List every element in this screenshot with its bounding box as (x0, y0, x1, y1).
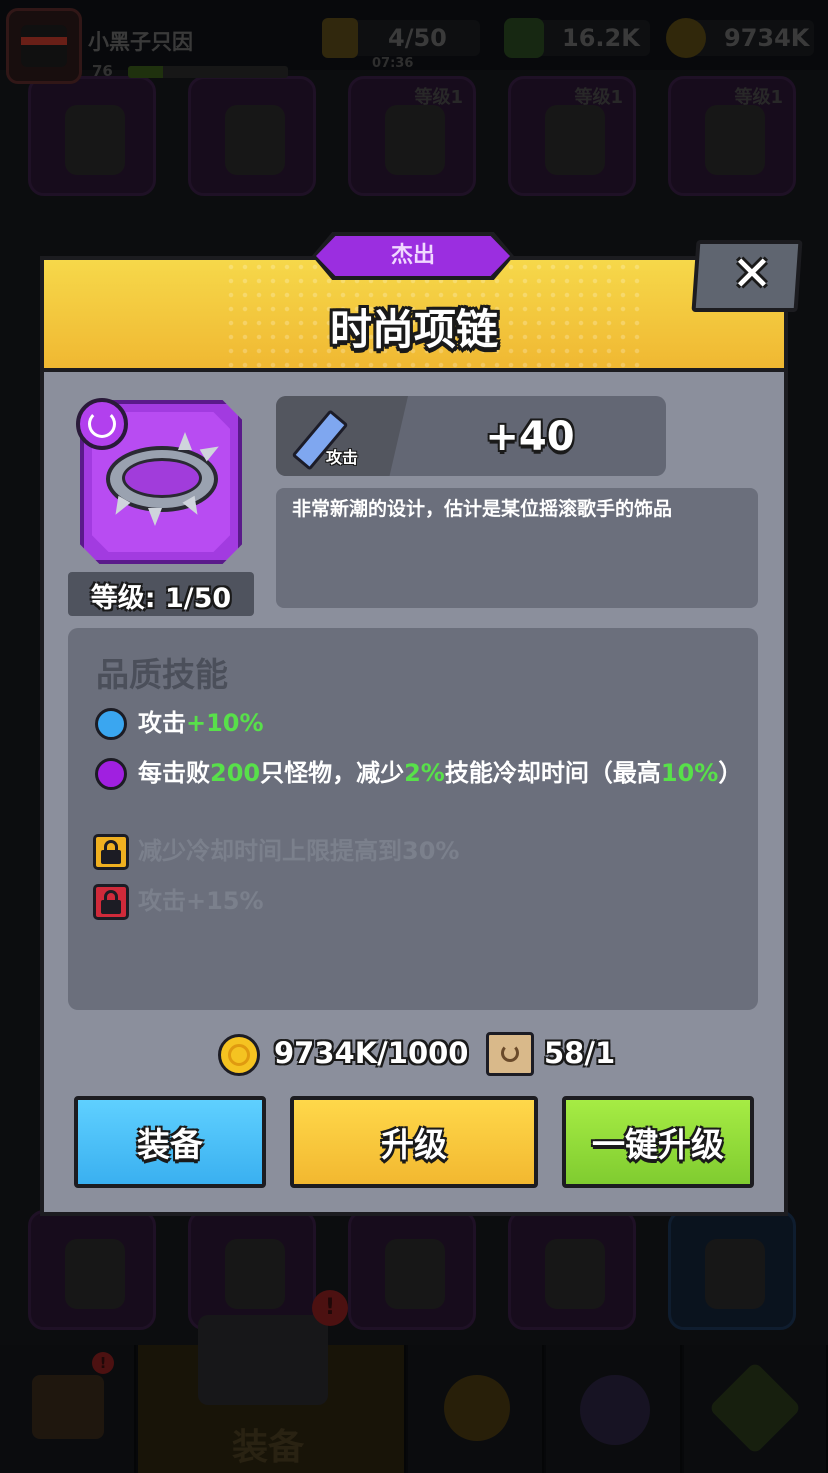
quality-skills-title: 品质技能 (96, 655, 228, 694)
coin-inner (228, 1044, 250, 1066)
item-description: 非常新潮的设计，估计是某位摇滚歌手的饰品 (292, 498, 673, 520)
necklace-type-icon (88, 410, 116, 438)
rarity-tag: 杰出 (316, 236, 510, 276)
skill-bullet-icon (95, 708, 127, 740)
skill-highlight: 2% (404, 759, 445, 787)
skill-row-locked: 减少冷却时间上限提高到30% (138, 837, 460, 865)
skill-highlight: 200 (210, 759, 261, 787)
skill-highlight: 10% (660, 759, 719, 787)
scroll-icon (486, 1032, 534, 1076)
skill-text: 攻击 (138, 709, 186, 737)
spike-icon (178, 432, 192, 450)
lock-icon (93, 884, 129, 920)
skill-bullet-icon (95, 758, 127, 790)
equip-button-label[interactable]: 装备 (74, 1118, 266, 1166)
necklace-inner-icon (122, 458, 202, 498)
lock-body (101, 900, 121, 914)
attack-stat-label: 攻击 (326, 448, 359, 467)
attack-stat-value: +40 (485, 414, 575, 460)
skill-text: 每击败 (138, 759, 210, 787)
skill-row: 攻击+10% (138, 704, 748, 742)
skill-text: 技能冷却时间（最高 (444, 759, 661, 787)
skill-text: ） (718, 759, 743, 787)
lock-icon (93, 834, 129, 870)
skill-row: 每击败200只怪物，减少2%技能冷却时间（最高10%） (138, 754, 748, 792)
skill-row-locked: 攻击+15% (138, 887, 264, 915)
scroll-emblem (501, 1044, 519, 1062)
scroll-cost: 58/1 (544, 1036, 616, 1070)
skill-text: 只怪物，减少 (260, 759, 405, 787)
lock-body (101, 850, 121, 864)
item-level: 等级: 1/50 (90, 583, 232, 614)
upgrade-button-label[interactable]: 升级 (290, 1118, 538, 1166)
upgrade-all-button-label[interactable]: 一键升级 (562, 1118, 754, 1166)
coin-cost: 9734K/1000 (274, 1036, 469, 1070)
close-icon[interactable]: ✕ (728, 244, 776, 304)
skill-highlight: +10% (186, 709, 264, 737)
item-name: 时尚项链 (329, 305, 498, 354)
coin-icon (218, 1034, 260, 1076)
spike-icon (148, 508, 162, 526)
